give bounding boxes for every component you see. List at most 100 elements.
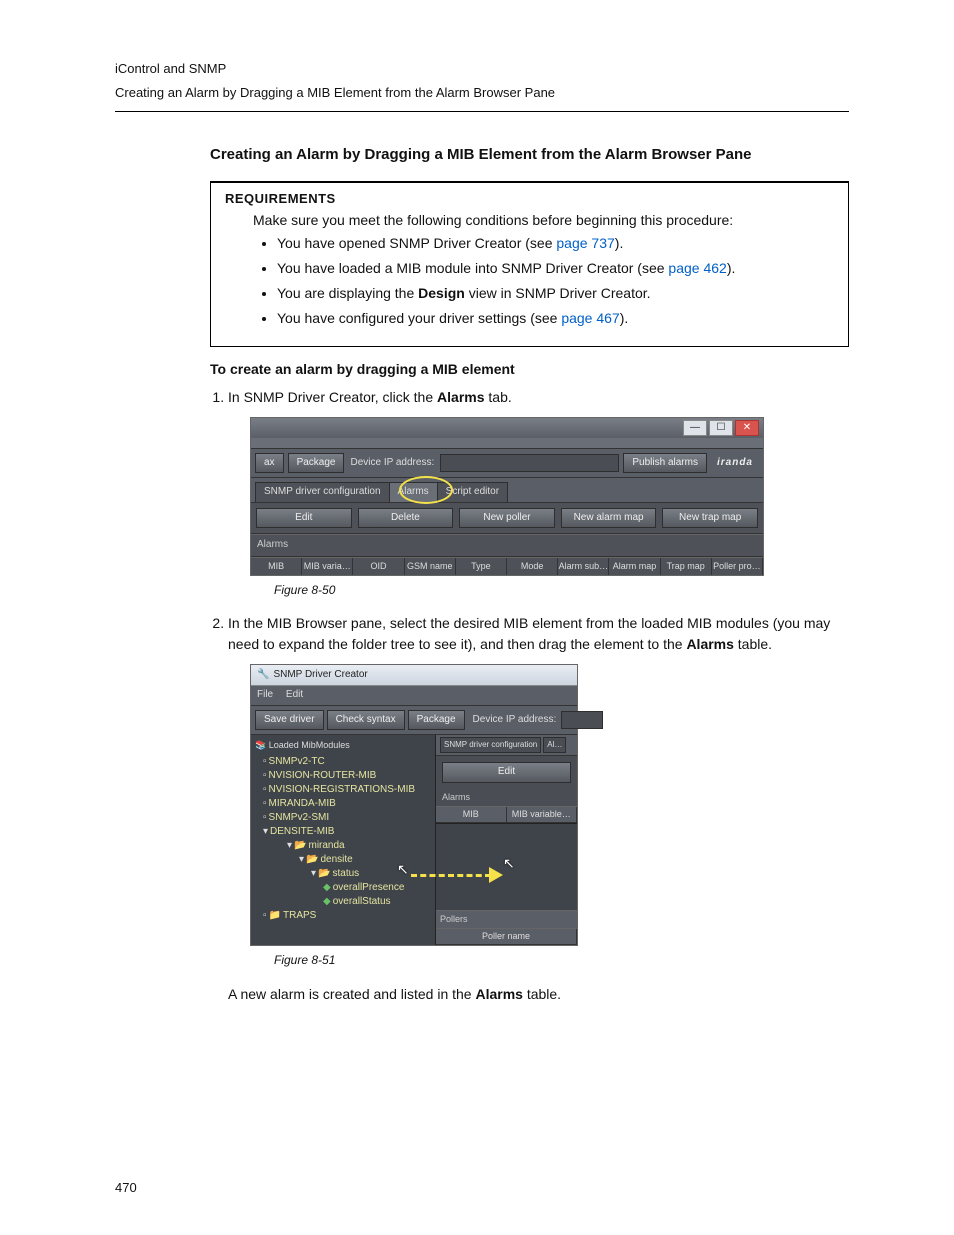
publish-alarms-button[interactable]: Publish alarms — [623, 453, 707, 474]
col-type: Type — [456, 558, 507, 575]
step-1: In SNMP Driver Creator, click the Alarms… — [228, 387, 849, 600]
tree-node-miranda[interactable]: ▾📂miranda — [253, 839, 433, 853]
col-oid: OID — [353, 558, 404, 575]
pollers-header: Pollers — [436, 910, 577, 928]
requirement-2: You have loaded a MIB module into SNMP D… — [277, 259, 834, 278]
alarms-label-2: Alarms — [436, 789, 577, 806]
col-poller-pro: Poller pro… — [712, 558, 763, 575]
tabs-row: SNMP driver configuration Alarms Script … — [251, 478, 763, 503]
cursor-icon-source: ↖ — [397, 859, 409, 879]
content: Creating an Alarm by Dragging a MIB Elem… — [210, 146, 849, 1004]
tab-alarms[interactable]: Alarms — [389, 482, 438, 502]
right-pane: SNMP driver configuration Al… Edit Alarm… — [436, 735, 577, 945]
right-tabs: SNMP driver configuration Al… — [436, 735, 577, 756]
tree-node-nvision-router[interactable]: ▫NVISION-ROUTER-MIB — [253, 769, 433, 783]
step-2: In the MIB Browser pane, select the desi… — [228, 613, 849, 1004]
ax-button[interactable]: ax — [255, 453, 284, 474]
link-page-467[interactable]: page 467 — [561, 310, 619, 326]
section-title: Creating an Alarm by Dragging a MIB Elem… — [210, 146, 849, 163]
app-icon: 🔧 — [257, 668, 269, 683]
link-page-737[interactable]: page 737 — [556, 235, 614, 251]
procedure-title: To create an alarm by dragging a MIB ele… — [210, 361, 849, 377]
page-number: 470 — [115, 1180, 137, 1195]
package-button[interactable]: Package — [288, 453, 345, 474]
window-title: 🔧 SNMP Driver Creator — [251, 665, 577, 687]
brand-logo: iranda — [711, 456, 759, 471]
device-ip-input[interactable] — [440, 454, 619, 472]
col-poller-name: Poller name — [436, 929, 577, 944]
figure-8-50-caption: Figure 8-50 — [274, 582, 849, 599]
tree-header: 📚 Loaded MibModules — [253, 739, 433, 754]
device-ip-label-2: Device IP address: — [471, 713, 559, 728]
requirements-box: REQUIREMENTS Make sure you meet the foll… — [210, 181, 849, 347]
save-driver-button[interactable]: Save driver — [255, 710, 324, 731]
procedure-steps: In SNMP Driver Creator, click the Alarms… — [228, 387, 849, 1005]
page: iControl and SNMP Creating an Alarm by D… — [0, 0, 954, 1235]
running-header-2: Creating an Alarm by Dragging a MIB Elem… — [115, 84, 849, 102]
cursor-icon-target: ↖ — [503, 853, 515, 873]
tab-script-editor[interactable]: Script editor — [437, 482, 508, 502]
alarms-cols-2: MIB MIB variable… — [436, 806, 577, 823]
tab-snmp-config-2[interactable]: SNMP driver configuration — [440, 737, 541, 753]
tree-node-miranda-mib[interactable]: ▫MIRANDA-MIB — [253, 797, 433, 811]
delete-button[interactable]: Delete — [358, 508, 454, 529]
requirement-3: You are displaying the Design view in SN… — [277, 284, 834, 303]
package-button-2[interactable]: Package — [408, 710, 465, 731]
col-mib-var: MIB varia… — [302, 558, 353, 575]
col-mode: Mode — [507, 558, 558, 575]
figure-8-51: 🔧 SNMP Driver Creator File Edit Save dri… — [250, 664, 849, 947]
tree-node-nvision-reg[interactable]: ▫NVISION-REGISTRATIONS-MIB — [253, 783, 433, 797]
device-ip-input-2[interactable] — [561, 711, 603, 729]
requirements-lead: Make sure you meet the following conditi… — [253, 212, 834, 228]
tree-node-snmpv2tc[interactable]: ▫SNMPv2-TC — [253, 755, 433, 769]
menu-edit[interactable]: Edit — [286, 689, 303, 700]
screenshot-1: — ☐ ✕ ax Package Device IP address: Publ… — [250, 417, 764, 576]
edit-button-2[interactable]: Edit — [442, 762, 571, 783]
tree-node-snmpv2smi[interactable]: ▫SNMPv2-SMI — [253, 811, 433, 825]
new-trap-map-button[interactable]: New trap map — [662, 508, 758, 529]
alarms-columns: MIB MIB varia… OID GSM name Type Mode Al… — [251, 557, 763, 575]
tree-node-densite-mib[interactable]: ▾DENSITE-MIB — [253, 825, 433, 839]
button-row: Edit Delete New poller New alarm map New… — [251, 503, 763, 535]
figure-8-51-caption: Figure 8-51 — [274, 952, 849, 969]
step-2-result: A new alarm is created and listed in the… — [228, 984, 849, 1004]
screenshot-2: 🔧 SNMP Driver Creator File Edit Save dri… — [250, 664, 578, 947]
col-mibvar-2: MIB variable… — [507, 807, 578, 822]
requirement-1: You have opened SNMP Driver Creator (see… — [277, 234, 834, 253]
menubar: File Edit — [251, 686, 577, 706]
close-button[interactable]: ✕ — [735, 420, 759, 436]
col-alarm-sub: Alarm sub… — [558, 558, 609, 575]
toolbar-top: ax Package Device IP address: Publish al… — [251, 449, 763, 479]
maximize-button[interactable]: ☐ — [709, 420, 733, 436]
col-alarm-map: Alarm map — [609, 558, 660, 575]
new-poller-button[interactable]: New poller — [459, 508, 555, 529]
edit-button[interactable]: Edit — [256, 508, 352, 529]
tree-leaf-overallstatus[interactable]: ◆overallStatus — [253, 895, 433, 909]
tree-node-traps[interactable]: ▫📁TRAPS — [253, 909, 433, 923]
poller-cols: Poller name — [436, 928, 577, 945]
alarms-panel-header: Alarms — [251, 534, 763, 557]
tab-snmp-config[interactable]: SNMP driver configuration — [255, 482, 390, 502]
col-mib: MIB — [251, 558, 302, 575]
check-syntax-button[interactable]: Check syntax — [327, 710, 405, 731]
window-titlebar: — ☐ ✕ — [251, 418, 763, 438]
col-trap-map: Trap map — [661, 558, 712, 575]
requirements-list: You have opened SNMP Driver Creator (see… — [277, 234, 834, 328]
minimize-button[interactable]: — — [683, 420, 707, 436]
tree-leaf-overallpresence[interactable]: ◆overallPresence — [253, 881, 433, 895]
mib-browser-pane: 📚 Loaded MibModules ▫SNMPv2-TC ▫NVISION-… — [251, 735, 436, 945]
toolbar-2: Save driver Check syntax Package Device … — [251, 706, 577, 736]
new-alarm-map-button[interactable]: New alarm map — [561, 508, 657, 529]
menu-file[interactable]: File — [257, 689, 273, 700]
requirements-heading: REQUIREMENTS — [225, 191, 834, 206]
spacer — [251, 438, 763, 449]
header-rule — [115, 111, 849, 112]
col-mib-2: MIB — [436, 807, 507, 822]
device-ip-label: Device IP address: — [348, 456, 436, 471]
running-header-1: iControl and SNMP — [115, 60, 849, 78]
link-page-462[interactable]: page 462 — [668, 260, 726, 276]
main-split: 📚 Loaded MibModules ▫SNMPv2-TC ▫NVISION-… — [251, 735, 577, 945]
col-gsm: GSM name — [405, 558, 456, 575]
figure-8-50: — ☐ ✕ ax Package Device IP address: Publ… — [250, 417, 849, 576]
tab-alarms-2[interactable]: Al… — [543, 737, 566, 753]
